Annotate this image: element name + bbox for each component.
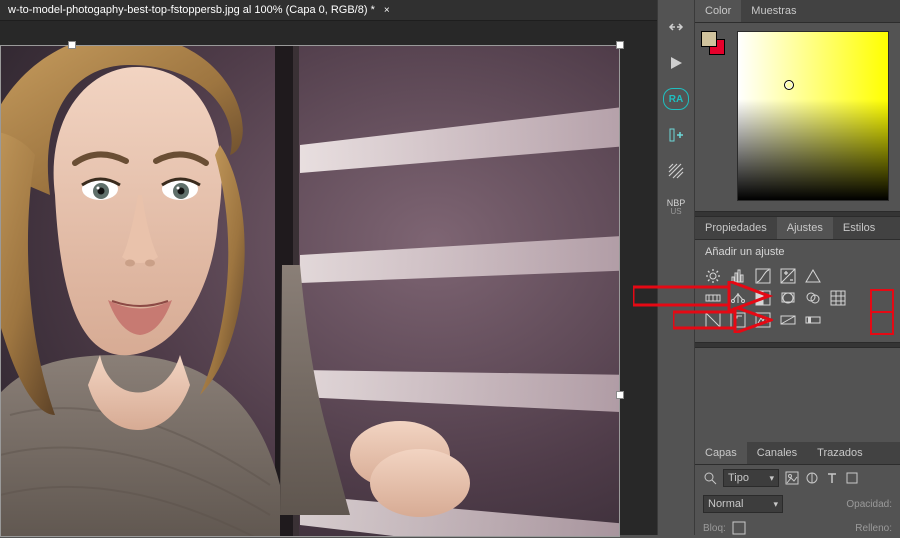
tab-color[interactable]: Color (695, 0, 741, 22)
document-tab[interactable]: w-to-model-photogaphy-best-top-fstoppers… (0, 0, 657, 21)
color-panel-tabs: Color Muestras (695, 0, 900, 23)
opacity-label: Opacidad: (846, 499, 892, 510)
color-panel: Color Muestras (695, 0, 900, 201)
tab-channels[interactable]: Canales (747, 442, 807, 464)
layer-filter-dropdown[interactable]: Tipo▾ (723, 469, 779, 487)
filter-shape-icon[interactable] (845, 471, 859, 485)
exposure-icon[interactable] (780, 268, 796, 284)
invert-icon[interactable] (705, 312, 721, 328)
selective-color-icon[interactable] (805, 312, 821, 328)
color-picker-field[interactable] (737, 31, 889, 201)
adjustment-icon-grid (695, 268, 900, 328)
tab-paths[interactable]: Trazados (807, 442, 872, 464)
layer-filter-label: Tipo (728, 472, 749, 484)
lock-label: Bloq: (703, 523, 726, 534)
black-white-icon[interactable] (755, 290, 771, 306)
lock-all-icon[interactable] (732, 521, 746, 535)
channel-mixer-icon[interactable] (805, 290, 821, 306)
nbp-plugin-icon[interactable]: NBP US (663, 196, 689, 218)
collapse-icon[interactable] (663, 16, 689, 38)
tab-properties[interactable]: Propiedades (695, 217, 777, 239)
hatch-icon[interactable] (663, 160, 689, 182)
canvas-area: w-to-model-photogaphy-best-top-fstoppers… (0, 0, 657, 535)
document-title: w-to-model-photogaphy-best-top-fstoppers… (8, 4, 375, 16)
transform-handle[interactable] (68, 41, 76, 49)
transform-handle[interactable] (616, 41, 624, 49)
nbp-sublabel: US (670, 208, 681, 216)
curves-icon[interactable] (755, 268, 771, 284)
blend-mode-dropdown[interactable]: Normal▾ (703, 495, 783, 513)
adjust-panel-tabs: Propiedades Ajustes Estilos (695, 217, 900, 240)
tab-adjustments[interactable]: Ajustes (777, 217, 833, 239)
vibrance-icon[interactable] (805, 268, 821, 284)
tab-styles[interactable]: Estilos (833, 217, 885, 239)
search-icon[interactable] (703, 471, 717, 485)
brightness-icon[interactable] (705, 268, 721, 284)
transform-bounding-box[interactable] (0, 45, 620, 537)
filter-image-icon[interactable] (785, 471, 799, 485)
add-adjustment-label: Añadir un ajuste (695, 240, 900, 262)
ra-plugin-icon[interactable]: RA (663, 88, 689, 110)
threshold-icon[interactable] (755, 312, 771, 328)
foreground-background-swatch[interactable] (701, 31, 727, 57)
posterize-icon[interactable] (730, 312, 746, 328)
gradient-map-icon[interactable] (780, 312, 796, 328)
app-root: w-to-model-photogaphy-best-top-fstoppers… (0, 0, 900, 535)
color-lookup-icon[interactable] (830, 290, 846, 306)
vertical-icon-strip: RA NBP US (657, 0, 695, 535)
play-icon[interactable] (663, 52, 689, 74)
adjustments-panel: Propiedades Ajustes Estilos Añadir un aj… (695, 217, 900, 342)
filter-type-icon[interactable] (825, 471, 839, 485)
add-tool-icon[interactable] (663, 124, 689, 146)
right-panels: Color Muestras Propiedades Ajustes Est (695, 0, 900, 535)
tab-swatches[interactable]: Muestras (741, 0, 806, 22)
blend-mode-value: Normal (708, 498, 743, 510)
color-picker-cursor[interactable] (784, 80, 794, 90)
foreground-color-swatch[interactable] (701, 31, 717, 47)
levels-icon[interactable] (730, 268, 746, 284)
fill-label: Relleno: (855, 523, 892, 534)
color-balance-icon[interactable] (730, 290, 746, 306)
close-document-icon[interactable]: × (384, 5, 390, 16)
viewport[interactable] (0, 21, 657, 535)
layers-panel: Capas Canales Trazados Tipo▾ Normal▾ (695, 442, 900, 535)
filter-adjust-icon[interactable] (805, 471, 819, 485)
layers-panel-tabs: Capas Canales Trazados (695, 442, 900, 465)
hue-sat-icon[interactable] (705, 290, 721, 306)
tab-layers[interactable]: Capas (695, 442, 747, 464)
transform-handle[interactable] (616, 391, 624, 399)
photo-filter-icon[interactable] (780, 290, 796, 306)
